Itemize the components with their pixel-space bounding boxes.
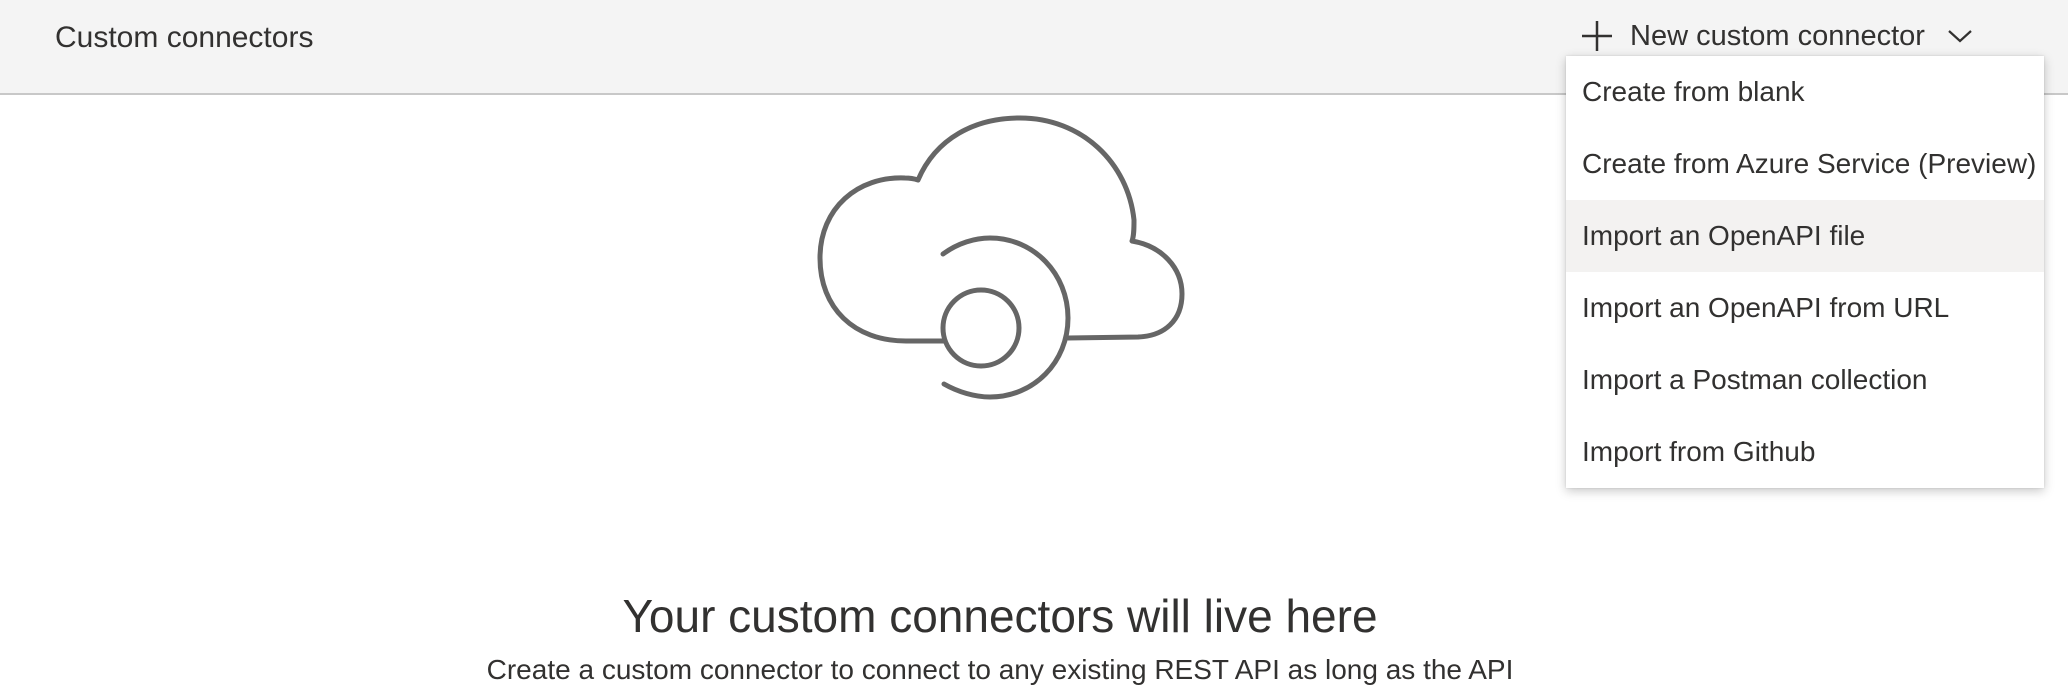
cloud-connector-icon	[817, 115, 1185, 400]
new-custom-connector-label: New custom connector	[1630, 19, 1925, 52]
menu-item-create-from-azure-service[interactable]: Create from Azure Service (Preview)	[1566, 128, 2044, 200]
menu-item-import-from-github[interactable]: Import from Github	[1566, 416, 2044, 488]
menu-item-import-openapi-url[interactable]: Import an OpenAPI from URL	[1566, 272, 2044, 344]
menu-item-import-postman-collection[interactable]: Import a Postman collection	[1566, 344, 2044, 416]
menu-item-import-openapi-file[interactable]: Import an OpenAPI file	[1566, 200, 2044, 272]
empty-state-title: Your custom connectors will live here	[622, 590, 1378, 642]
menu-item-create-from-blank[interactable]: Create from blank	[1566, 56, 2044, 128]
page-title: Custom connectors	[55, 21, 314, 54]
plus-icon	[1582, 21, 1612, 51]
chevron-down-icon[interactable]	[1947, 28, 1973, 44]
new-connector-dropdown-menu: Create from blank Create from Azure Serv…	[1566, 56, 2044, 488]
new-custom-connector-button[interactable]: New custom connector	[1580, 14, 1973, 58]
empty-state-subtitle: Create a custom connector to connect to …	[486, 654, 1514, 685]
